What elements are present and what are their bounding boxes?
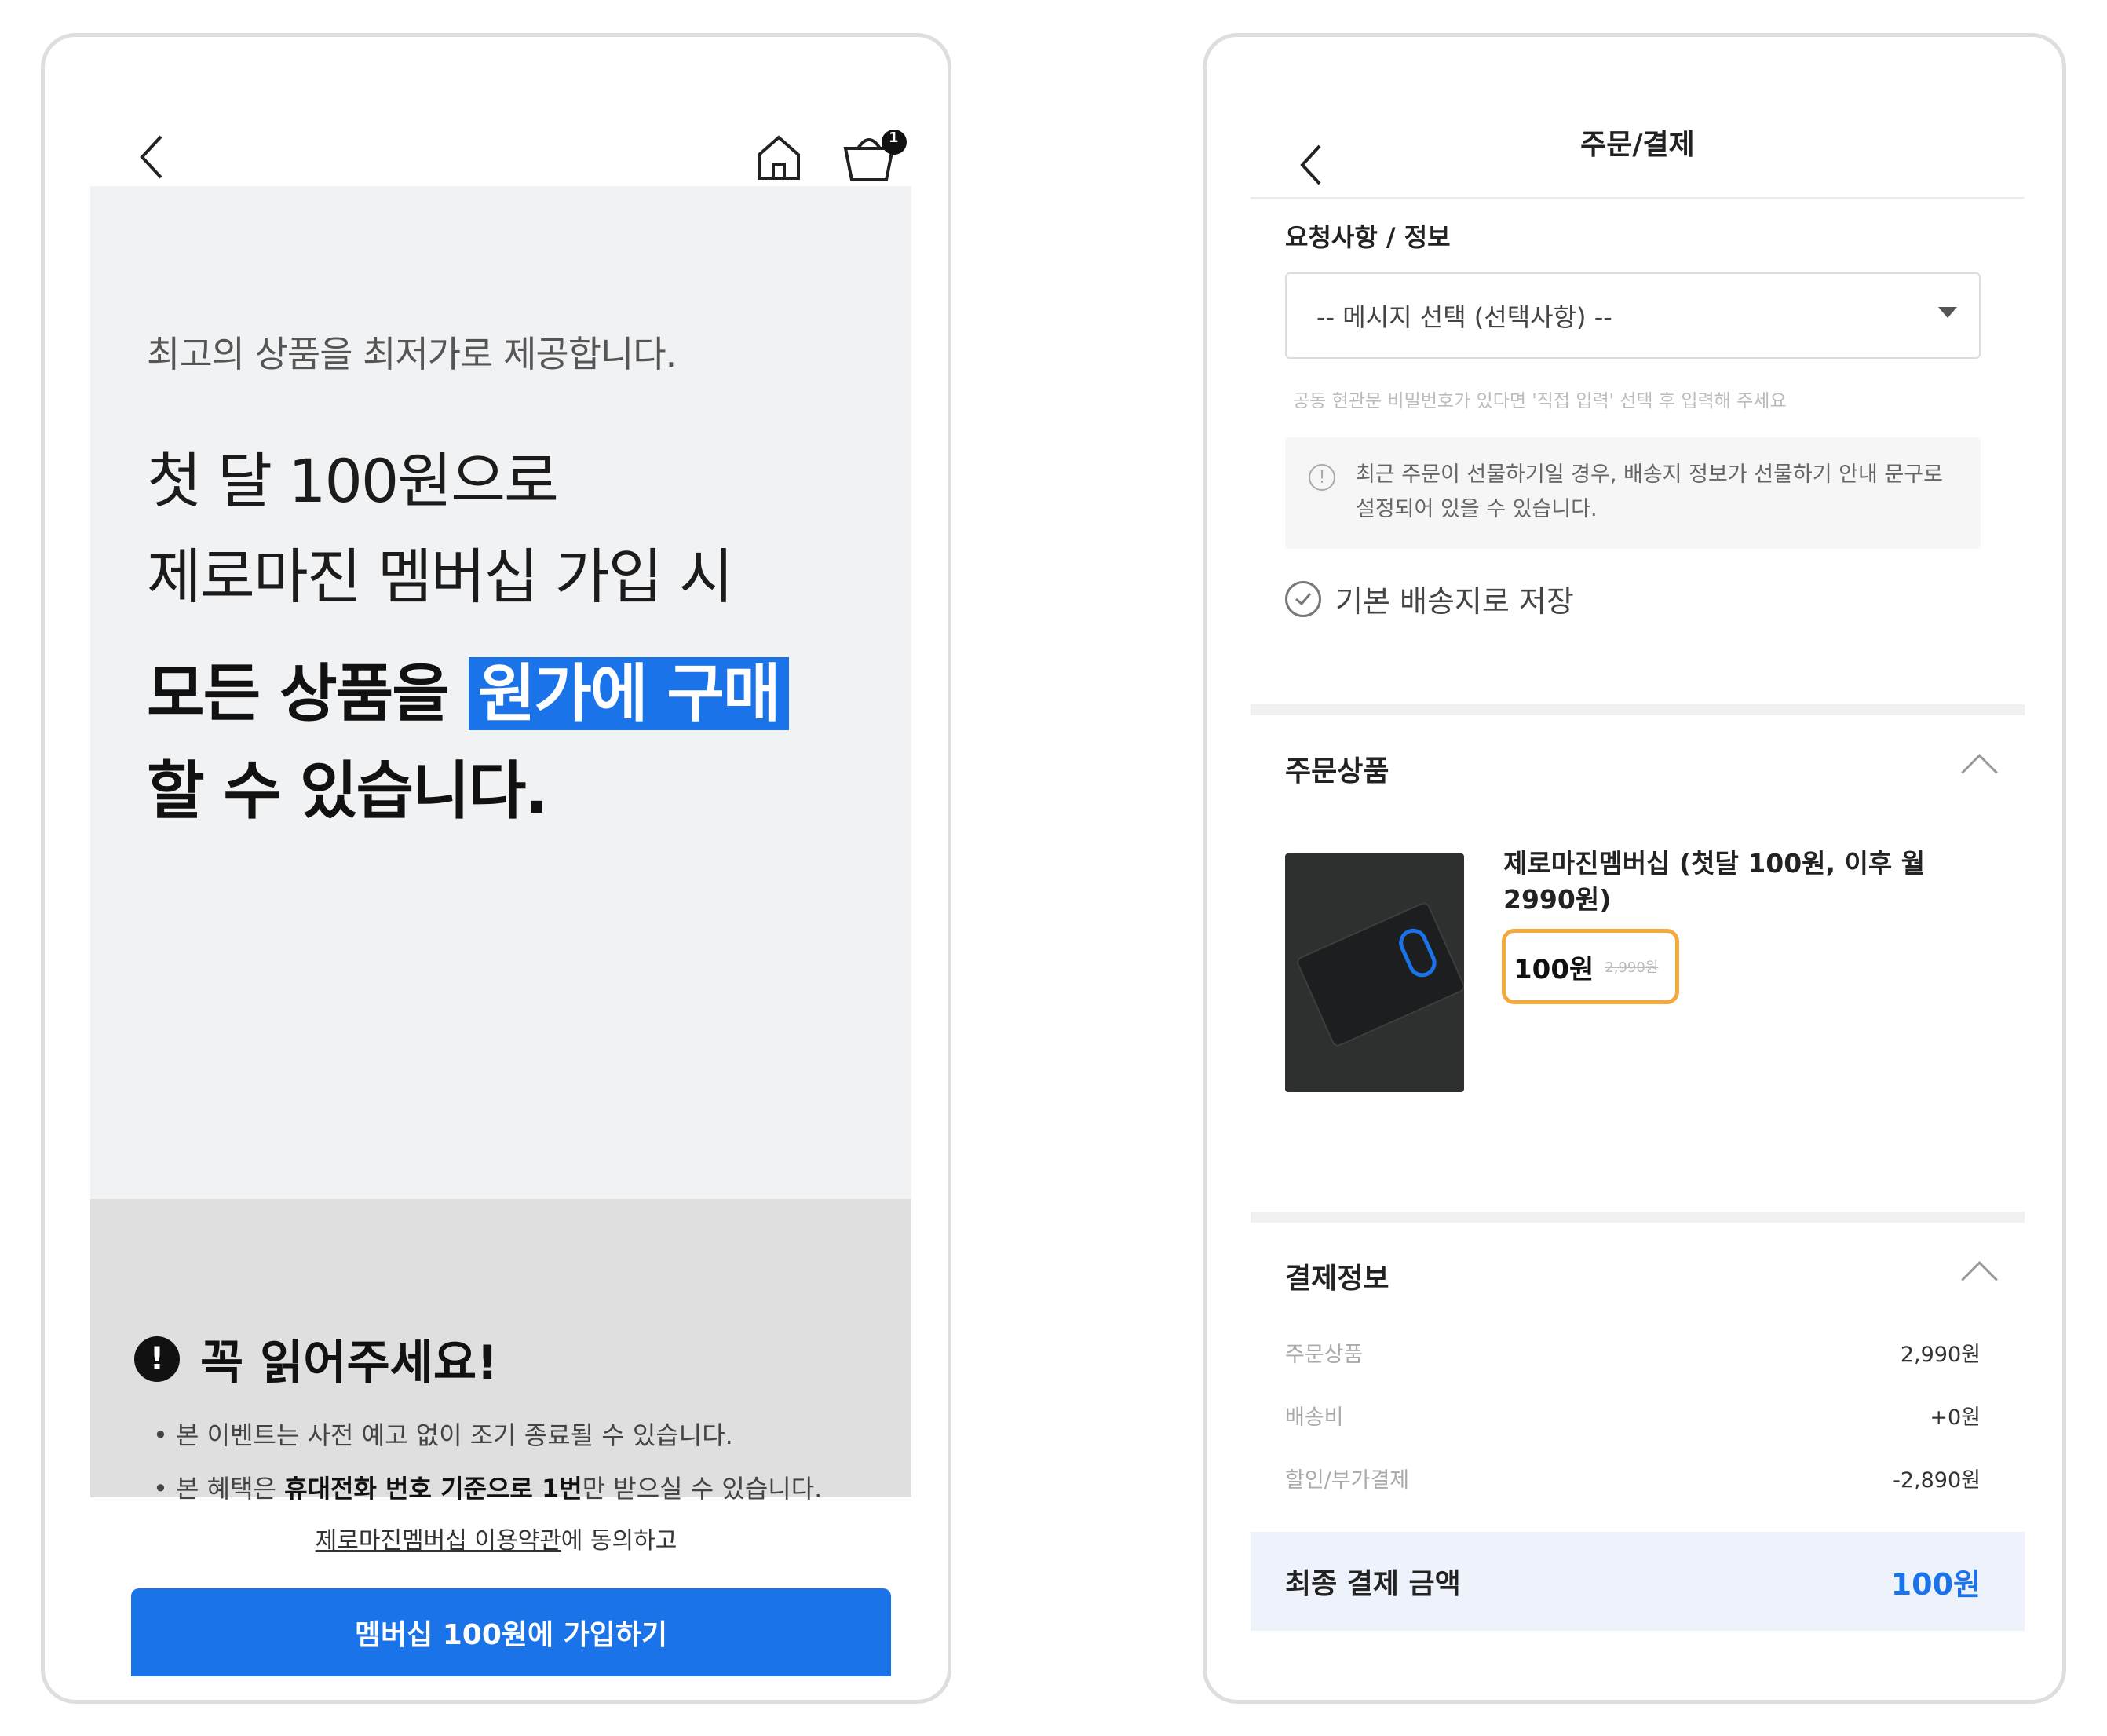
hero-banner: 최고의 상품을 최저가로 제공합니다. 첫 달 100원으로 제로마진 멤버십 … — [90, 186, 911, 1199]
home-icon[interactable] — [751, 130, 806, 185]
notice-bullet-2: • 본 혜택은 휴대전화 번호 기준으로 1번만 받으실 수 있습니다. — [153, 1469, 822, 1505]
hero-line-4: 할 수 있습니다. — [147, 755, 549, 828]
gift-info-line-1: 최근 주문이 선물하기일 경우, 배송지 정보가 선물하기 안내 문구로 — [1356, 462, 1943, 487]
section-divider — [1251, 1212, 2025, 1223]
gift-info-line-2: 설정되어 있을 수 있습니다. — [1356, 497, 1598, 521]
info-icon: ! — [1309, 464, 1335, 491]
payment-row-label: 주문상품 — [1285, 1343, 1364, 1367]
hero-line-3-text: 모든 상품을 — [147, 657, 469, 730]
section-divider — [1251, 704, 2025, 715]
request-section-title: 요청사항 / 정보 — [1285, 222, 1451, 252]
payment-row-value: -2,890원 — [1893, 1468, 1981, 1493]
gift-info-text: 최근 주문이 선물하기일 경우, 배송지 정보가 선물하기 안내 문구로 설정되… — [1356, 458, 1943, 527]
membership-card-graphic — [1295, 900, 1464, 1049]
collapse-order-icon[interactable] — [1961, 754, 1998, 791]
page-title: 주문/결제 — [1580, 129, 1695, 161]
payment-row-value: +0원 — [1930, 1405, 1981, 1430]
final-total-bar: 최종 결제 금액 100원 — [1251, 1532, 2025, 1631]
payment-section-title: 결제정보 — [1285, 1263, 1389, 1295]
notice-title: ! 꼭 읽어주세요! — [134, 1325, 498, 1393]
payment-row-label: 배송비 — [1285, 1405, 1344, 1430]
price-current: 100원 — [1514, 953, 1594, 985]
notice-bullet-1: • 본 이벤트는 사전 예고 없이 조기 종료될 수 있습니다. — [153, 1420, 733, 1450]
hero-subtitle: 최고의 상품을 최저가로 제공합니다. — [147, 333, 677, 375]
top-bar: 1 — [45, 37, 948, 186]
join-membership-button[interactable]: 멤버십 100원에 가입하기 — [131, 1588, 891, 1676]
gift-info-box: ! 최근 주문이 선물하기일 경우, 배송지 정보가 선물하기 안내 문구로 설… — [1285, 437, 1981, 549]
cart-badge: 1 — [889, 130, 899, 146]
payment-row-label: 할인/부가결제 — [1285, 1468, 1410, 1493]
hero-line-2: 제로마진 멤버십 가입 시 — [147, 542, 734, 612]
hero-highlight: 원가에 구매 — [468, 657, 789, 730]
landing-screen: 1 최고의 상품을 최저가로 제공합니다. 첫 달 100원으로 제로마진 멤버… — [41, 33, 951, 1704]
price-original: 2,990원 — [1605, 959, 1659, 976]
payment-row: 할인/부가결제 -2,890원 — [1285, 1463, 1981, 1493]
notice-title-text: 꼭 읽어주세요! — [200, 1336, 498, 1391]
checkout-screen: 주문/결제 요청사항 / 정보 -- 메시지 선택 (선택사항) -- 공동 현… — [1203, 33, 2066, 1704]
warning-icon: ! — [134, 1336, 180, 1382]
hero-line-3: 모든 상품을 원가에 구매 — [147, 645, 789, 743]
product-name: 제로마진멤버십 (첫달 100원, 이후 월 2990원) — [1503, 848, 1926, 915]
hero-headline: 첫 달 100원으로 제로마진 멤버십 가입 시 — [147, 433, 734, 625]
bullet-2-prefix: • 본 혜택은 — [153, 1474, 285, 1504]
save-default-address[interactable]: 기본 배송지로 저장 — [1285, 577, 1574, 620]
collapse-payment-icon[interactable] — [1961, 1261, 1998, 1298]
checkout-header: 주문/결제 — [1251, 37, 2025, 199]
product-image — [1285, 853, 1464, 1092]
check-circle-icon[interactable] — [1285, 580, 1321, 617]
payment-row: 배송비 +0원 — [1285, 1400, 1981, 1431]
cart-icon[interactable]: 1 — [841, 125, 911, 188]
hero-line-1: 첫 달 100원으로 — [147, 446, 559, 516]
save-default-label: 기본 배송지로 저장 — [1335, 584, 1574, 619]
zero-logo-icon — [1394, 924, 1441, 982]
payment-row-value: 2,990원 — [1900, 1343, 1981, 1367]
hero-emphasis: 모든 상품을 원가에 구매 할 수 있습니다. — [147, 645, 789, 840]
dropdown-caret-icon — [1938, 307, 1957, 318]
final-total-label: 최종 결제 금액 — [1285, 1568, 1461, 1600]
payment-row: 주문상품 2,990원 — [1285, 1337, 1981, 1368]
message-select[interactable]: -- 메시지 선택 (선택사항) -- — [1285, 272, 1981, 359]
notice-panel: ! 꼭 읽어주세요! • 본 이벤트는 사전 예고 없이 조기 종료될 수 있습… — [90, 1199, 911, 1504]
message-select-value: -- 메시지 선택 (선택사항) -- — [1316, 302, 1612, 332]
terms-link[interactable]: 제로마진멤버십 이용약관 — [316, 1527, 561, 1555]
order-section-title: 주문상품 — [1285, 755, 1389, 788]
entrance-hint: 공동 현관문 비밀번호가 있다면 '직접 입력' 선택 후 입력해 주세요 — [1293, 391, 1787, 411]
final-total-value: 100원 — [1890, 1566, 1981, 1602]
price-highlight: 100원 2,990원 — [1502, 929, 1679, 1004]
terms-agreement: 제로마진멤버십 이용약관에 동의하고 — [45, 1521, 948, 1555]
terms-suffix: 에 동의하고 — [561, 1527, 677, 1555]
back-icon[interactable] — [131, 130, 170, 185]
bullet-2-bold: 휴대전화 번호 기준으로 1번 — [284, 1474, 582, 1504]
bullet-2-suffix: 만 받으실 수 있습니다. — [582, 1474, 823, 1504]
